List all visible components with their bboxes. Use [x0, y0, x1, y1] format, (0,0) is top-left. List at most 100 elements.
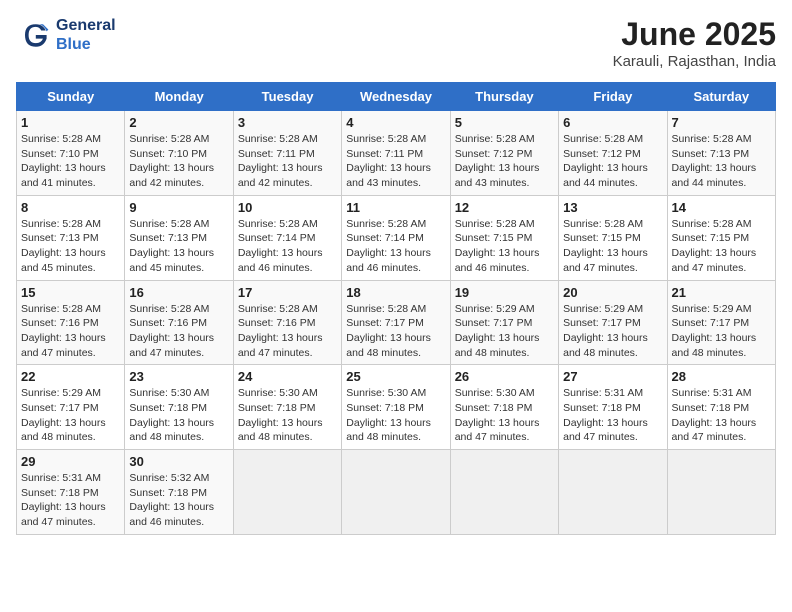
day-info: Sunrise: 5:28 AM Sunset: 7:13 PM Dayligh…: [672, 132, 771, 191]
day-number: 27: [563, 369, 662, 384]
day-number: 16: [129, 285, 228, 300]
column-header-tuesday: Tuesday: [233, 83, 341, 111]
day-info: Sunrise: 5:28 AM Sunset: 7:14 PM Dayligh…: [238, 217, 337, 276]
day-number: 11: [346, 200, 445, 215]
day-cell: 4 Sunrise: 5:28 AM Sunset: 7:11 PM Daylig…: [342, 111, 450, 196]
day-cell: [667, 450, 775, 535]
day-number: 15: [21, 285, 120, 300]
day-number: 6: [563, 115, 662, 130]
day-number: 3: [238, 115, 337, 130]
day-cell: 19Sunrise: 5:29 AM Sunset: 7:17 PM Dayli…: [450, 280, 558, 365]
day-cell: 15Sunrise: 5:28 AM Sunset: 7:16 PM Dayli…: [17, 280, 125, 365]
day-info: Sunrise: 5:28 AM Sunset: 7:10 PM Dayligh…: [129, 132, 228, 191]
day-number: 19: [455, 285, 554, 300]
day-cell: 6Sunrise: 5:28 AM Sunset: 7:12 PM Daylig…: [559, 111, 667, 196]
day-info: Sunrise: 5:28 AM Sunset: 7:17 PM Dayligh…: [346, 302, 445, 361]
day-cell: 25 Sunrise: 5:30 AM Sunset: 7:18 PM Dayli…: [342, 365, 450, 450]
day-cell: [233, 450, 341, 535]
day-number: 20: [563, 285, 662, 300]
day-info: Sunrise: 5:31 AM Sunset: 7:18 PM Dayligh…: [672, 386, 771, 445]
day-info: Sunrise: 5:28 AM Sunset: 7:15 PM Dayligh…: [455, 217, 554, 276]
day-info: Sunrise: 5:30 AM Sunset: 7:18 PM Dayligh…: [129, 386, 228, 445]
day-info: Sunrise: 5:28 AM Sunset: 7:12 PM Dayligh…: [455, 132, 554, 191]
day-number: 22: [21, 369, 120, 384]
day-info: Sunrise: 5:28 AM Sunset: 7:15 PM Dayligh…: [563, 217, 662, 276]
day-cell: 28 Sunrise: 5:31 AM Sunset: 7:18 PM Dayli…: [667, 365, 775, 450]
day-info: Sunrise: 5:28 AM Sunset: 7:16 PM Dayligh…: [238, 302, 337, 361]
day-cell: 18 Sunrise: 5:28 AM Sunset: 7:17 PM Dayli…: [342, 280, 450, 365]
week-row-3: 15 Sunrise: 5:28 AM Sunset: 7:16 PM Dayli…: [17, 280, 776, 365]
day-info: Sunrise: 5:29 AM Sunset: 7:17 PM Dayligh…: [21, 386, 120, 445]
logo-line1: General: [56, 16, 116, 35]
day-cell: 29Sunrise: 5:31 AM Sunset: 7:18 PM Dayli…: [17, 450, 125, 535]
day-cell: [559, 450, 667, 535]
day-cell: 9 Sunrise: 5:28 AM Sunset: 7:13 PM Daylig…: [125, 195, 233, 280]
day-cell: 23 Sunrise: 5:30 AM Sunset: 7:18 PM Dayli…: [125, 365, 233, 450]
day-cell: 7 Sunrise: 5:28 AM Sunset: 7:13 PM Daylig…: [667, 111, 775, 196]
column-header-monday: Monday: [125, 83, 233, 111]
column-header-thursday: Thursday: [450, 83, 558, 111]
day-number: 25: [346, 369, 445, 384]
day-cell: 13Sunrise: 5:28 AM Sunset: 7:15 PM Dayli…: [559, 195, 667, 280]
day-number: 10: [238, 200, 337, 215]
day-cell: 20Sunrise: 5:29 AM Sunset: 7:17 PM Dayli…: [559, 280, 667, 365]
calendar-title: June 2025: [613, 16, 776, 53]
calendar-subtitle: Karauli, Rajasthan, India: [613, 53, 776, 70]
day-info: Sunrise: 5:28 AM Sunset: 7:10 PM Dayligh…: [21, 132, 120, 191]
column-header-friday: Friday: [559, 83, 667, 111]
column-header-saturday: Saturday: [667, 83, 775, 111]
day-cell: 16 Sunrise: 5:28 AM Sunset: 7:16 PM Dayli…: [125, 280, 233, 365]
day-info: Sunrise: 5:28 AM Sunset: 7:13 PM Dayligh…: [21, 217, 120, 276]
day-number: 14: [672, 200, 771, 215]
day-info: Sunrise: 5:28 AM Sunset: 7:14 PM Dayligh…: [346, 217, 445, 276]
day-info: Sunrise: 5:32 AM Sunset: 7:18 PM Dayligh…: [129, 471, 228, 530]
day-number: 17: [238, 285, 337, 300]
day-cell: 30 Sunrise: 5:32 AM Sunset: 7:18 PM Dayli…: [125, 450, 233, 535]
day-cell: 5 Sunrise: 5:28 AM Sunset: 7:12 PM Daylig…: [450, 111, 558, 196]
week-row-1: 1 Sunrise: 5:28 AM Sunset: 7:10 PM Daylig…: [17, 111, 776, 196]
day-cell: 10 Sunrise: 5:28 AM Sunset: 7:14 PM Dayli…: [233, 195, 341, 280]
day-info: Sunrise: 5:28 AM Sunset: 7:13 PM Dayligh…: [129, 217, 228, 276]
week-row-2: 8 Sunrise: 5:28 AM Sunset: 7:13 PM Daylig…: [17, 195, 776, 280]
week-row-4: 22 Sunrise: 5:29 AM Sunset: 7:17 PM Dayli…: [17, 365, 776, 450]
day-number: 7: [672, 115, 771, 130]
day-cell: 21Sunrise: 5:29 AM Sunset: 7:17 PM Dayli…: [667, 280, 775, 365]
day-cell: 22 Sunrise: 5:29 AM Sunset: 7:17 PM Dayli…: [17, 365, 125, 450]
day-number: 18: [346, 285, 445, 300]
week-row-5: 29Sunrise: 5:31 AM Sunset: 7:18 PM Dayli…: [17, 450, 776, 535]
column-header-wednesday: Wednesday: [342, 83, 450, 111]
day-cell: 24 Sunrise: 5:30 AM Sunset: 7:18 PM Dayli…: [233, 365, 341, 450]
day-info: Sunrise: 5:30 AM Sunset: 7:18 PM Dayligh…: [346, 386, 445, 445]
day-number: 4: [346, 115, 445, 130]
logo-icon: [16, 17, 52, 53]
day-number: 9: [129, 200, 228, 215]
day-number: 2: [129, 115, 228, 130]
day-number: 28: [672, 369, 771, 384]
day-info: Sunrise: 5:31 AM Sunset: 7:18 PM Dayligh…: [563, 386, 662, 445]
logo-line2: Blue: [56, 35, 116, 54]
day-cell: [450, 450, 558, 535]
day-cell: [342, 450, 450, 535]
day-info: Sunrise: 5:28 AM Sunset: 7:16 PM Dayligh…: [129, 302, 228, 361]
column-header-sunday: Sunday: [17, 83, 125, 111]
calendar-table: SundayMondayTuesdayWednesdayThursdayFrid…: [16, 82, 776, 535]
day-info: Sunrise: 5:29 AM Sunset: 7:17 PM Dayligh…: [672, 302, 771, 361]
day-info: Sunrise: 5:30 AM Sunset: 7:18 PM Dayligh…: [238, 386, 337, 445]
logo: General Blue: [16, 16, 116, 54]
header-row: SundayMondayTuesdayWednesdayThursdayFrid…: [17, 83, 776, 111]
day-cell: 17 Sunrise: 5:28 AM Sunset: 7:16 PM Dayli…: [233, 280, 341, 365]
day-number: 8: [21, 200, 120, 215]
day-number: 5: [455, 115, 554, 130]
day-info: Sunrise: 5:28 AM Sunset: 7:15 PM Dayligh…: [672, 217, 771, 276]
day-cell: 27 Sunrise: 5:31 AM Sunset: 7:18 PM Dayli…: [559, 365, 667, 450]
day-number: 1: [21, 115, 120, 130]
day-number: 24: [238, 369, 337, 384]
day-cell: 2 Sunrise: 5:28 AM Sunset: 7:10 PM Daylig…: [125, 111, 233, 196]
day-number: 23: [129, 369, 228, 384]
day-number: 29: [21, 454, 120, 469]
day-cell: 3 Sunrise: 5:28 AM Sunset: 7:11 PM Daylig…: [233, 111, 341, 196]
day-number: 30: [129, 454, 228, 469]
day-info: Sunrise: 5:28 AM Sunset: 7:11 PM Dayligh…: [346, 132, 445, 191]
day-info: Sunrise: 5:28 AM Sunset: 7:11 PM Dayligh…: [238, 132, 337, 191]
day-cell: 12Sunrise: 5:28 AM Sunset: 7:15 PM Dayli…: [450, 195, 558, 280]
